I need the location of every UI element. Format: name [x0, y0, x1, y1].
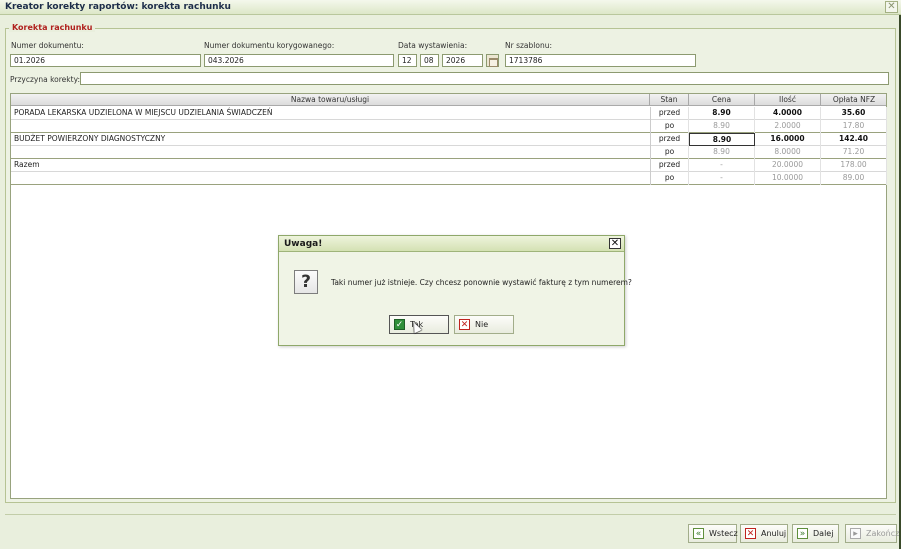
ilosc-cell: 20.0000	[755, 159, 821, 172]
table-row[interactable]: po 8.90 2.0000 17.80	[11, 120, 887, 133]
cena-cell: -	[689, 159, 755, 172]
calendar-icon[interactable]	[486, 54, 499, 67]
table-row[interactable]: BUDŻET POWIERZONY DIAGNOSTYCZNY przed 8.…	[11, 133, 887, 146]
przyczyna-input[interactable]	[80, 72, 889, 85]
oplata-cell: 142.40	[821, 133, 887, 146]
question-icon: ?	[294, 270, 318, 294]
table-row-total[interactable]: Razem przed - 20.0000 178.00	[11, 159, 887, 172]
next-button-label: Dalej	[813, 529, 834, 538]
dialog-titlebar: Uwaga! ✕	[279, 236, 624, 252]
finish-button[interactable]: ▸ Zakończ	[845, 524, 900, 543]
col-header-ilosc[interactable]: Ilość	[755, 94, 821, 106]
item-name: PORADA LEKARSKA UDZIELONA W MIEJSCU UDZI…	[14, 108, 273, 117]
fieldset-legend: Korekta rachunku	[9, 23, 96, 32]
dialog-close-icon[interactable]: ✕	[609, 238, 621, 249]
cena-cell: -	[689, 172, 755, 185]
confirm-dialog: Uwaga! ✕ ? Taki numer już istnieje. Czy …	[278, 235, 632, 346]
no-button[interactable]: ✕ Nie	[454, 315, 514, 334]
ilosc-cell: 10.0000	[755, 172, 821, 185]
cross-icon: ✕	[459, 319, 470, 330]
data-wystawienia-label: Data wystawienia:	[398, 41, 468, 50]
oplata-cell: 71.20	[821, 146, 887, 159]
stan-cell: przed	[650, 107, 689, 120]
dialog-message: Taki numer już istnieje. Czy chcesz pono…	[331, 278, 632, 287]
item-name: BUDŻET POWIERZONY DIAGNOSTYCZNY	[14, 134, 166, 143]
date-year-input[interactable]: 2026	[442, 54, 483, 67]
stan-cell: przed	[650, 159, 689, 172]
ilosc-cell[interactable]: 2.0000	[755, 120, 821, 133]
numer-korygowanego-label: Numer dokumentu korygowanego:	[204, 41, 335, 50]
finish-button-label: Zakończ	[866, 529, 900, 538]
oplata-cell: 178.00	[821, 159, 887, 172]
next-icon: »	[797, 528, 808, 539]
cena-cell-focused[interactable]: 8.90	[689, 133, 755, 146]
back-icon: «	[693, 528, 704, 539]
dialog-title: Uwaga!	[284, 239, 323, 249]
finish-icon: ▸	[850, 528, 861, 539]
oplata-cell: 17.80	[821, 120, 887, 133]
cena-cell[interactable]: 8.90	[689, 120, 755, 133]
cancel-button[interactable]: ✕ Anuluj	[740, 524, 788, 543]
ilosc-cell[interactable]: 16.0000	[755, 133, 821, 146]
ilosc-cell[interactable]: 4.0000	[755, 107, 821, 120]
ilosc-cell[interactable]: 8.0000	[755, 146, 821, 159]
back-button-label: Wstecz	[709, 529, 738, 538]
cena-cell[interactable]: 8.90	[689, 146, 755, 159]
table-row[interactable]: po 8.90 8.0000 71.20	[11, 146, 887, 159]
date-month-input[interactable]: 08	[420, 54, 439, 67]
col-header-stan[interactable]: Stan	[650, 94, 689, 106]
stan-cell: po	[650, 120, 689, 133]
nr-szablonu-input[interactable]: 1713786	[505, 54, 696, 67]
item-name: Razem	[14, 160, 40, 169]
przyczyna-label: Przyczyna korekty:	[10, 75, 80, 84]
oplata-cell: 35.60	[821, 107, 887, 120]
footer-separator	[5, 514, 896, 515]
no-button-label: Nie	[475, 320, 489, 329]
stan-cell: po	[650, 172, 689, 185]
back-button[interactable]: « Wstecz	[688, 524, 738, 543]
stan-cell: po	[650, 146, 689, 159]
col-header-oplata[interactable]: Opłata NFZ	[821, 94, 887, 106]
col-header-nazwa[interactable]: Nazwa towaru/usługi	[11, 94, 650, 106]
numer-dokumentu-input[interactable]: 01.2026	[10, 54, 201, 67]
check-icon: ✓	[394, 319, 405, 330]
numer-dokumentu-label: Numer dokumentu:	[11, 41, 84, 50]
cancel-icon: ✕	[745, 528, 756, 539]
stan-cell: przed	[650, 133, 689, 146]
cancel-button-label: Anuluj	[761, 529, 787, 538]
nr-szablonu-label: Nr szablonu:	[505, 41, 552, 50]
window-titlebar: Kreator korekty raportów: korekta rachun…	[0, 0, 901, 15]
col-header-cena[interactable]: Cena	[689, 94, 755, 106]
cena-cell[interactable]: 8.90	[689, 107, 755, 120]
date-day-input[interactable]: 12	[398, 54, 417, 67]
table-row[interactable]: PORADA LEKARSKA UDZIELONA W MIEJSCU UDZI…	[11, 107, 887, 120]
table-header: Nazwa towaru/usługi Stan Cena Ilość Opła…	[11, 94, 886, 106]
numer-korygowanego-input[interactable]: 043.2026	[204, 54, 394, 67]
table-row-total[interactable]: po - 10.0000 89.00	[11, 172, 887, 185]
oplata-cell: 89.00	[821, 172, 887, 185]
next-button[interactable]: » Dalej	[792, 524, 839, 543]
window-close-icon[interactable]: ✕	[885, 1, 898, 13]
window-title: Kreator korekty raportów: korekta rachun…	[5, 2, 231, 12]
